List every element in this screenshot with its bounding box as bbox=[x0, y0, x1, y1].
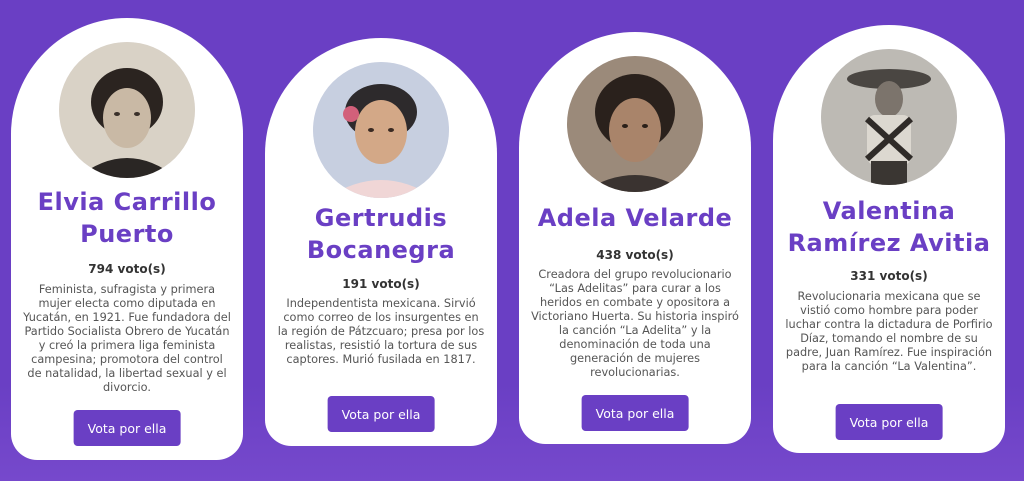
portrait-elvia bbox=[55, 38, 199, 182]
name-line-1: Elvia Carrillo bbox=[37, 188, 217, 216]
portrait-adela bbox=[563, 52, 707, 196]
name-line-1: Gertrudis bbox=[314, 204, 448, 232]
name-line-1: Adela Velarde bbox=[537, 204, 733, 232]
candidate-card-adela: Adela Velarde 438 voto(s) Creadora del g… bbox=[519, 32, 751, 444]
name-line-1: Valentina bbox=[822, 197, 956, 225]
vote-count: 794 voto(s) bbox=[88, 262, 166, 276]
portrait-valentina bbox=[817, 45, 961, 189]
portrait-gertrudis bbox=[309, 58, 453, 202]
candidate-description: Feminista, sufragista y primera mujer el… bbox=[23, 283, 231, 394]
name-line-2: Puerto bbox=[80, 220, 174, 248]
candidate-card-valentina: Valentina Ramírez Avitia 331 voto(s) Rev… bbox=[773, 25, 1005, 453]
candidate-name: Valentina Ramírez Avitia bbox=[773, 195, 1005, 259]
candidate-name: Adela Velarde bbox=[519, 202, 751, 234]
name-line-2: Bocanegra bbox=[306, 236, 456, 264]
candidate-name: Gertrudis Bocanegra bbox=[265, 202, 497, 266]
candidate-card-elvia: Elvia Carrillo Puerto 794 voto(s) Femini… bbox=[11, 18, 243, 460]
candidate-card-gertrudis: Gertrudis Bocanegra 191 voto(s) Independ… bbox=[265, 38, 497, 446]
vote-button[interactable]: Vota por ella bbox=[835, 404, 943, 440]
vote-button[interactable]: Vota por ella bbox=[327, 396, 435, 432]
vote-count: 191 voto(s) bbox=[342, 277, 420, 291]
vote-button[interactable]: Vota por ella bbox=[73, 410, 181, 446]
name-line-2: Ramírez Avitia bbox=[787, 229, 991, 257]
vote-count: 331 voto(s) bbox=[850, 269, 928, 283]
vote-button[interactable]: Vota por ella bbox=[581, 395, 689, 431]
candidate-description: Creadora del grupo revolucionario “Las A… bbox=[531, 268, 739, 379]
candidate-name: Elvia Carrillo Puerto bbox=[11, 186, 243, 250]
vote-count: 438 voto(s) bbox=[596, 248, 674, 262]
candidate-description: Independentista mexicana. Sirvió como co… bbox=[277, 297, 485, 366]
candidate-description: Revolucionaria mexicana que se vistió co… bbox=[785, 290, 993, 373]
